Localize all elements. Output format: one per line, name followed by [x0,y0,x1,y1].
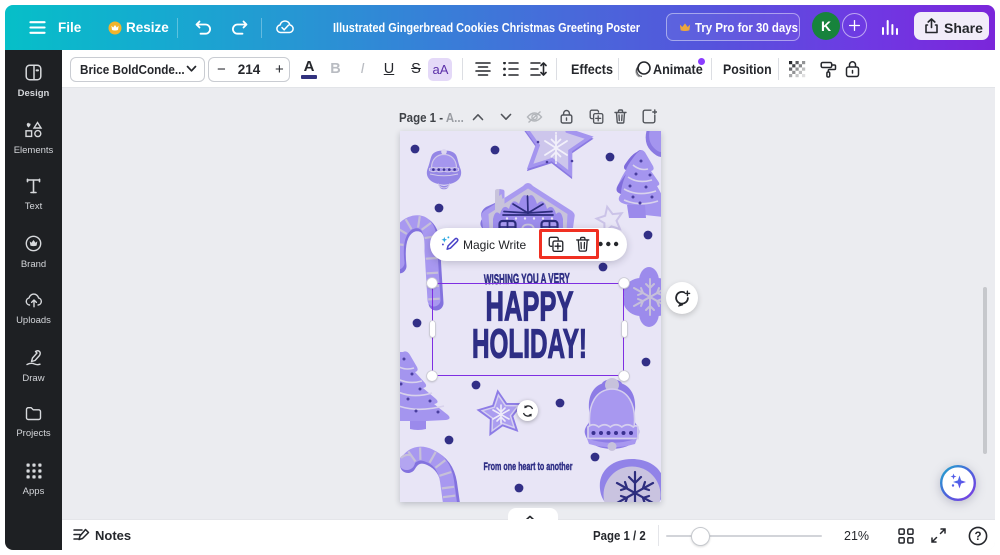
svg-text:?: ? [974,531,981,543]
svg-text:From one heart to another: From one heart to another [484,461,573,473]
